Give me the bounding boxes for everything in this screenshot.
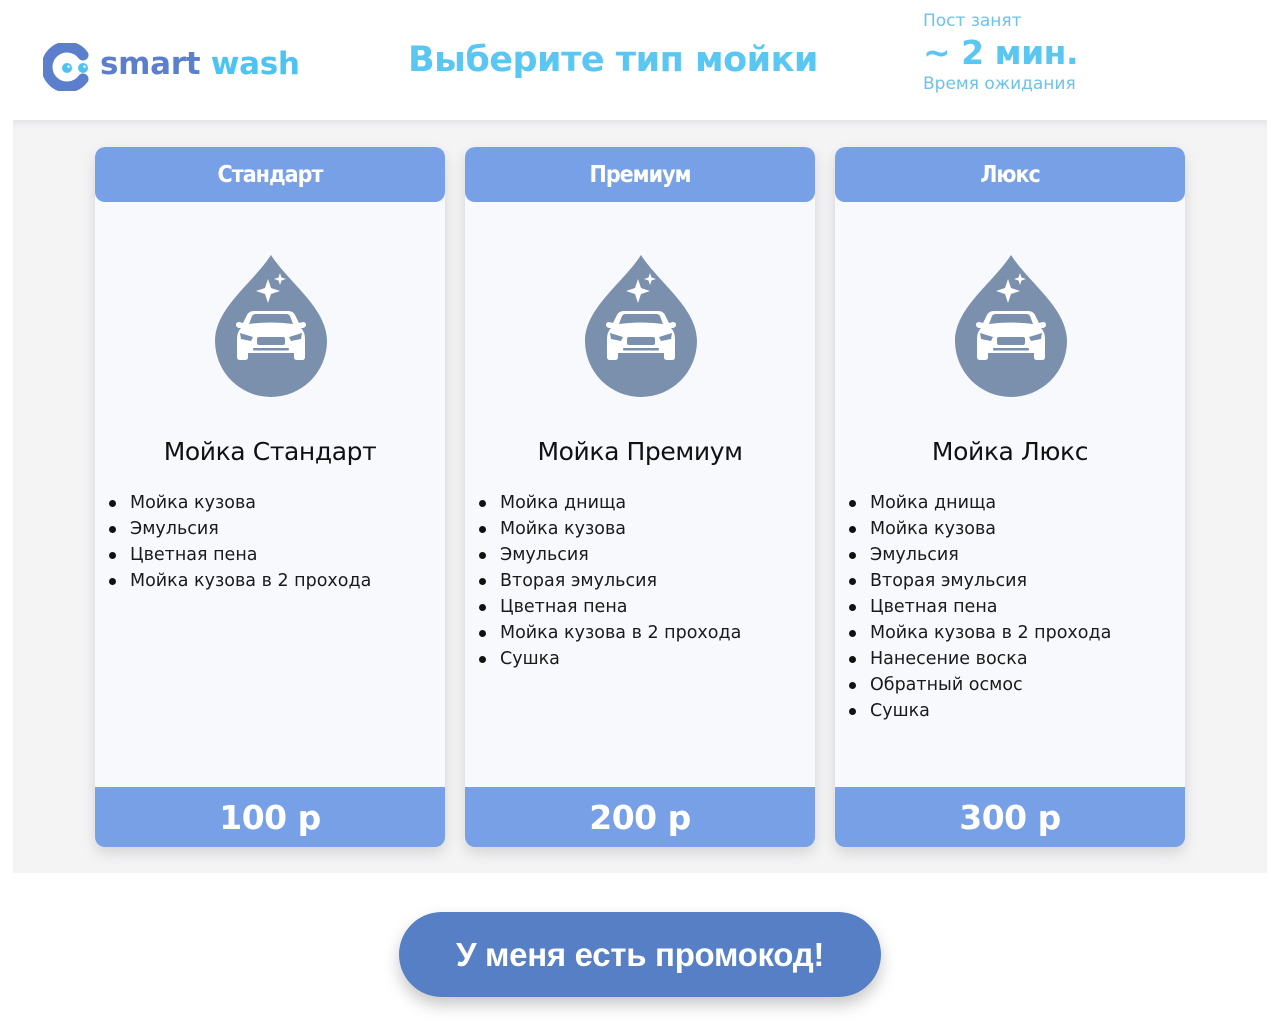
feature-item: Мойка днища (849, 490, 1111, 516)
logo-word-smart: smart (100, 46, 201, 82)
feature-label: Мойка днища (500, 493, 627, 513)
feature-item: Эмульсия (479, 542, 741, 568)
feature-item: Цветная пена (109, 542, 371, 568)
feature-item: Сушка (849, 698, 1111, 724)
wait-time-label: Время ожидания (923, 74, 1076, 94)
feature-label: Мойка кузова в 2 прохода (130, 571, 372, 591)
feature-item: Эмульсия (109, 516, 371, 542)
card-price[interactable]: 200 р (465, 787, 815, 847)
header: smart wash Выберите тип мойки Пост занят… (0, 0, 1280, 120)
card-price[interactable]: 100 р (95, 787, 445, 847)
bullet-icon (479, 604, 486, 611)
feature-item: Эмульсия (849, 542, 1111, 568)
promo-code-button[interactable]: У меня есть промокод! (399, 912, 881, 997)
logo-word-wash: wash (210, 46, 300, 82)
bullet-icon (479, 656, 486, 663)
feature-item: Мойка днища (479, 490, 741, 516)
feature-label: Эмульсия (870, 545, 959, 565)
post-status: Пост занят (923, 11, 1022, 31)
bullet-icon (849, 578, 856, 585)
feature-label: Цветная пена (130, 545, 258, 565)
wash-card-premium[interactable]: Премиум Мойка Премиум Мойка днища Мойка к… (465, 147, 815, 847)
bullet-icon (849, 708, 856, 715)
feature-item: Цветная пена (849, 594, 1111, 620)
bullet-icon (849, 526, 856, 533)
feature-label: Сушка (870, 701, 930, 721)
feature-label: Мойка кузова в 2 прохода (870, 623, 1112, 643)
page-title: Выберите тип мойки (408, 40, 818, 80)
feature-item: Мойка кузова (479, 516, 741, 542)
bullet-icon (849, 682, 856, 689)
logo-text: smart wash (100, 46, 300, 82)
bullet-icon (109, 526, 116, 533)
wait-time-value: ~ 2 мин. (923, 33, 1079, 72)
feature-label: Цветная пена (870, 597, 998, 617)
logo-icon (43, 43, 89, 91)
bullet-icon (479, 526, 486, 533)
bullet-icon (849, 630, 856, 637)
feature-label: Нанесение воска (870, 649, 1028, 669)
feature-label: Мойка кузова (130, 493, 257, 513)
feature-item: Цветная пена (479, 594, 741, 620)
bullet-icon (479, 552, 486, 559)
car-wash-drop-icon (215, 255, 327, 397)
feature-label: Мойка днища (870, 493, 997, 513)
car-wash-drop-icon (585, 255, 697, 397)
card-price[interactable]: 300 р (835, 787, 1185, 847)
feature-list: Мойка днища Мойка кузова Эмульсия Вторая эм… (849, 490, 1112, 724)
bullet-icon (849, 604, 856, 611)
car-wash-drop-icon (955, 255, 1067, 397)
feature-item: Сушка (479, 646, 741, 672)
feature-item: Нанесение воска (849, 646, 1111, 672)
feature-label: Эмульсия (130, 519, 219, 539)
feature-label: Мойка кузова (870, 519, 997, 539)
feature-label: Мойка кузова в 2 прохода (500, 623, 742, 643)
feature-label: Сушка (500, 649, 560, 669)
bullet-icon (109, 552, 116, 559)
feature-label: Мойка кузова (500, 519, 627, 539)
feature-list: Мойка днища Мойка кузова Эмульсия Вторая эм… (479, 490, 742, 672)
feature-item: Мойка кузова в 2 прохода (849, 620, 1112, 646)
card-tab[interactable]: Стандарт (95, 147, 445, 202)
feature-label: Цветная пена (500, 597, 628, 617)
bullet-icon (849, 656, 856, 663)
feature-label: Вторая эмульсия (870, 571, 1028, 591)
feature-item: Мойка кузова в 2 прохода (109, 568, 372, 594)
feature-item: Мойка кузова в 2 прохода (479, 620, 742, 646)
card-title: Мойка Стандарт (163, 437, 377, 466)
feature-item: Мойка кузова (109, 490, 371, 516)
wash-card-standard[interactable]: Стандарт Мойка Стандарт Мойка кузова Эмул… (95, 147, 445, 847)
feature-label: Вторая эмульсия (500, 571, 658, 591)
feature-list: Мойка кузова Эмульсия Цветная пена Мойка ку… (109, 490, 372, 594)
feature-label: Эмульсия (500, 545, 589, 565)
feature-item: Мойка кузова (849, 516, 1111, 542)
queue-status: Пост занят ~ 2 мин. Время ожидания (923, 11, 1079, 94)
feature-label: Обратный осмос (870, 675, 1023, 695)
feature-item: Вторая эмульсия (849, 568, 1111, 594)
bullet-icon (849, 552, 856, 559)
bullet-icon (479, 500, 486, 507)
wash-card-lux[interactable]: Люкс Мойка Люкс Мойка днища Мойка кузова Э… (835, 147, 1185, 847)
feature-item: Обратный осмос (849, 672, 1111, 698)
bullet-icon (109, 500, 116, 507)
feature-item: Вторая эмульсия (479, 568, 741, 594)
logo: smart wash (43, 41, 300, 93)
bullet-icon (479, 578, 486, 585)
bullet-icon (109, 578, 116, 585)
card-tab[interactable]: Премиум (465, 147, 815, 202)
card-title: Мойка Премиум (537, 437, 743, 466)
card-title: Мойка Люкс (931, 437, 1089, 466)
card-tab[interactable]: Люкс (835, 147, 1185, 202)
bullet-icon (849, 500, 856, 507)
bullet-icon (479, 630, 486, 637)
